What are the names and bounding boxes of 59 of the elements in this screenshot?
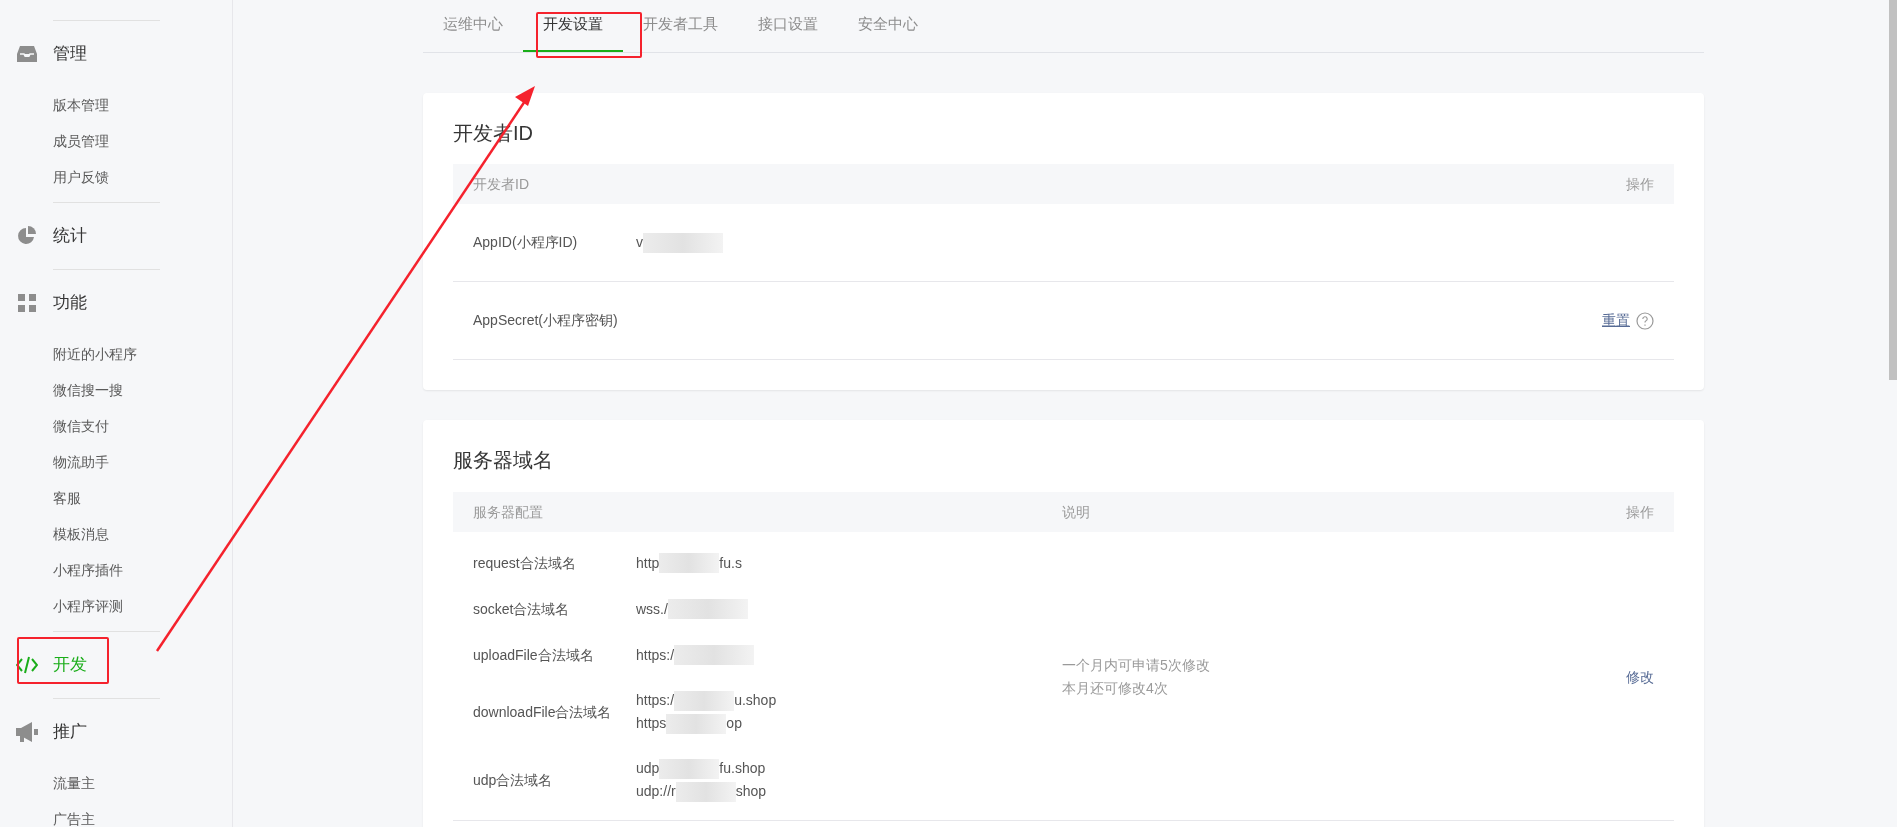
column-header: 说明 [1062,502,1090,522]
sidebar-item[interactable]: 小程序插件 [53,561,123,579]
domain-text: fu.shop [719,759,766,778]
sidebar-item[interactable]: 附近的小程序 [53,345,137,363]
redaction-blur [674,690,735,711]
redaction-blur [675,781,736,802]
domain-text: udp [636,759,660,778]
row-label: AppID(小程序ID) [473,233,579,252]
megaphone-icon [15,722,38,742]
redaction-blur [659,553,720,573]
redaction-blur [659,758,720,779]
row-label: AppSecret(小程序密钥) [473,311,619,330]
column-header: 操作 [1626,502,1654,522]
column-header: 开发者ID [473,174,529,194]
sidebar-section[interactable]: 管理 [0,21,232,87]
domain-text: shop [735,782,767,801]
note-text: 本月还可修改4次 [1062,679,1169,698]
note-text: 一个月内可申请5次修改 [1062,656,1210,675]
domain-text: op [726,714,742,733]
pie-chart-icon [16,226,37,246]
inbox-icon [16,45,37,63]
help-icon[interactable] [1636,311,1654,330]
card-title: 服务器域名 [453,448,554,473]
sidebar-item[interactable]: 微信支付 [53,417,109,435]
row-label: socket合法域名 [473,599,571,619]
domain-text: v [636,233,643,252]
sidebar-section[interactable]: 功能 [0,270,232,336]
column-header: 服务器配置 [473,502,544,522]
domain-text: udp://r [636,782,676,801]
sidebar-item[interactable]: 小程序评测 [53,597,123,615]
sidebar-section[interactable]: 统计 [0,203,232,269]
sidebar-item[interactable]: 用户反馈 [53,168,109,186]
domain-text: https:/ [636,691,675,710]
domain-text: u.shop [734,691,777,710]
sidebar-item[interactable]: 物流助手 [53,453,109,471]
grid-icon [17,294,36,312]
sidebar-item[interactable]: 版本管理 [53,96,109,114]
domain-text: https [636,714,667,733]
sidebar-item[interactable]: 模板消息 [53,525,109,543]
domain-text: fu.s [719,553,742,573]
domain-text: http [636,553,660,573]
sidebar-item[interactable]: 流量主 [53,774,95,792]
redaction-blur [666,713,727,734]
tab[interactable]: 开发设置 [523,0,623,52]
row-label: downloadFile合法域名 [473,702,613,722]
domain-text: wss./ [636,599,668,619]
sidebar-item[interactable]: 广告主 [53,810,95,827]
domain-text: https:/ [636,645,675,665]
row-label: uploadFile合法域名 [473,645,595,665]
row-label: request合法域名 [473,553,577,573]
sidebar-item[interactable]: 成员管理 [53,132,109,150]
column-header: 操作 [1626,174,1654,194]
code-icon [15,656,38,674]
row-label: udp合法域名 [473,770,554,790]
sidebar-item[interactable]: 客服 [53,489,81,507]
modify-link[interactable]: 修改 [1626,666,1654,688]
sidebar-item[interactable]: 微信搜一搜 [53,381,123,399]
sidebar-section[interactable]: 推广 [0,699,232,765]
reset-link[interactable]: 重置 [1602,310,1630,331]
